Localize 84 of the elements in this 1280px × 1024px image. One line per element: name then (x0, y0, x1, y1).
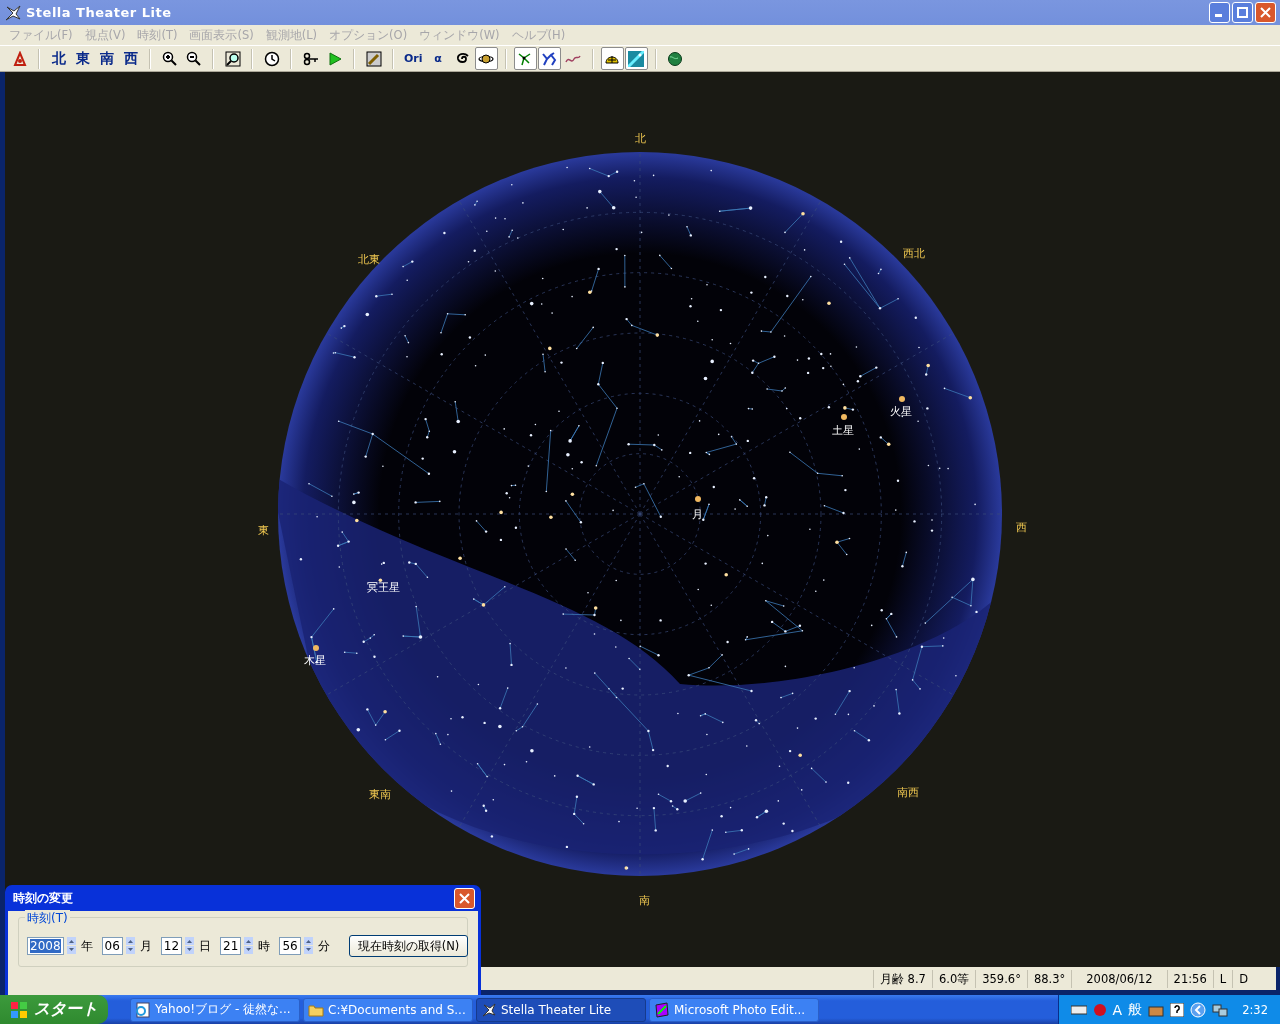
globe-icon (667, 50, 684, 67)
spin-buttons[interactable] (66, 937, 76, 955)
clock-text: 2:32 (1242, 1002, 1268, 1017)
direction-button[interactable]: 西 (119, 47, 142, 70)
close-icon (1260, 7, 1271, 18)
number-field[interactable]: 12 (160, 937, 183, 955)
close-button[interactable] (454, 887, 475, 909)
direction-label: 南 (638, 894, 650, 907)
direction-button[interactable]: 東 (71, 47, 94, 70)
network-icon[interactable] (1212, 1002, 1229, 1017)
direction-label: 南西 (897, 786, 919, 799)
get-current-time-button[interactable]: 現在時刻の取得(N) (348, 935, 469, 957)
status-field: 月齢 8.7 (872, 969, 932, 988)
toolbar-button[interactable]: Ori (401, 47, 426, 70)
play-icon (326, 50, 343, 67)
ime-indicator[interactable]: A (1112, 1001, 1123, 1018)
status-field: L (1212, 969, 1233, 988)
direction-label: 東南 (369, 788, 391, 801)
unit-label: 分 (317, 937, 330, 955)
taskbar-button[interactable]: Stella Theater Lite (476, 997, 646, 1022)
status-field: 2008/06/12 (1071, 969, 1167, 988)
maximize-button[interactable] (1232, 2, 1253, 23)
planet-icon (841, 414, 847, 420)
direction-label: 西 (1015, 521, 1027, 534)
planet-icon (695, 496, 701, 502)
planet-label: 冥王星 (366, 581, 400, 594)
toolbar-button[interactable] (600, 47, 624, 70)
planet-label: 木星 (304, 654, 326, 667)
planet-icon (899, 396, 905, 402)
status-field: 359.6° (975, 969, 1027, 988)
unit-label: 時 (258, 937, 271, 955)
direction-label: 北 (634, 132, 646, 145)
magnifier-frame-icon (224, 50, 241, 67)
taskbar-button[interactable]: Microsoft Photo Edit... (649, 997, 819, 1022)
chevron-icon[interactable] (1190, 1001, 1207, 1018)
keyboard-icon[interactable] (1070, 1004, 1087, 1015)
planet-label: 月 (691, 508, 703, 521)
unit-label: 日 (199, 937, 212, 955)
direction-button[interactable]: 北 (47, 47, 70, 70)
status-field: 88.3° (1026, 969, 1072, 988)
close-icon (459, 892, 470, 904)
unit-label: 年 (80, 937, 93, 955)
taskbar-button[interactable]: Yahoo!ブログ - 徒然な... (130, 997, 300, 1022)
spin-buttons[interactable] (125, 937, 135, 955)
windows-logo-icon (10, 1000, 28, 1019)
help-icon[interactable] (1170, 1002, 1185, 1017)
taskbar-button[interactable]: C:¥Documents and S... (303, 997, 473, 1022)
planet-icon (313, 645, 319, 651)
direction-label: 西北 (903, 247, 925, 260)
window-title: Stella Theater Lite (26, 5, 173, 20)
toolbar-button[interactable] (474, 47, 498, 70)
status-field: D (1232, 969, 1254, 988)
status-field: 6.0等 (931, 969, 976, 988)
number-field[interactable]: 06 (101, 937, 123, 955)
minimize-button[interactable] (1209, 2, 1230, 23)
number-field[interactable]: 2008 (27, 937, 64, 955)
dialog-title: 時刻の変更 (13, 889, 73, 907)
planet-label: 火星 (890, 405, 912, 418)
number-field[interactable]: 56 (279, 937, 301, 955)
start-button[interactable]: スタート (0, 995, 108, 1024)
maximize-icon (1237, 7, 1248, 18)
status-field: 21:56 (1166, 969, 1213, 988)
toolbar-button[interactable] (537, 47, 561, 70)
number-field[interactable]: 21 (220, 937, 242, 955)
clock-icon (263, 50, 280, 67)
constellation-figure-icon (541, 50, 558, 67)
group-label: 時刻(T) (25, 910, 70, 927)
sky-image-icon (628, 50, 645, 67)
browser-page-icon (135, 1001, 151, 1018)
spin-buttons[interactable] (244, 937, 254, 955)
unit-label: 月 (139, 937, 152, 955)
ime-indicator[interactable]: 般 (1128, 1000, 1143, 1019)
zoom-in-icon (161, 50, 178, 67)
planet-label: 土星 (832, 424, 854, 437)
spin-buttons[interactable] (303, 937, 313, 955)
zoom-out-icon (185, 50, 202, 67)
spin-buttons[interactable] (185, 937, 195, 955)
direction-label: 東 (257, 524, 269, 537)
direction-label: 北東 (358, 253, 380, 266)
toolbar-button[interactable]: α (426, 47, 450, 70)
key-icon (302, 50, 319, 67)
direction-button[interactable]: 南 (95, 47, 118, 70)
photo-editor-icon (654, 1001, 670, 1018)
close-button[interactable] (1255, 2, 1276, 23)
